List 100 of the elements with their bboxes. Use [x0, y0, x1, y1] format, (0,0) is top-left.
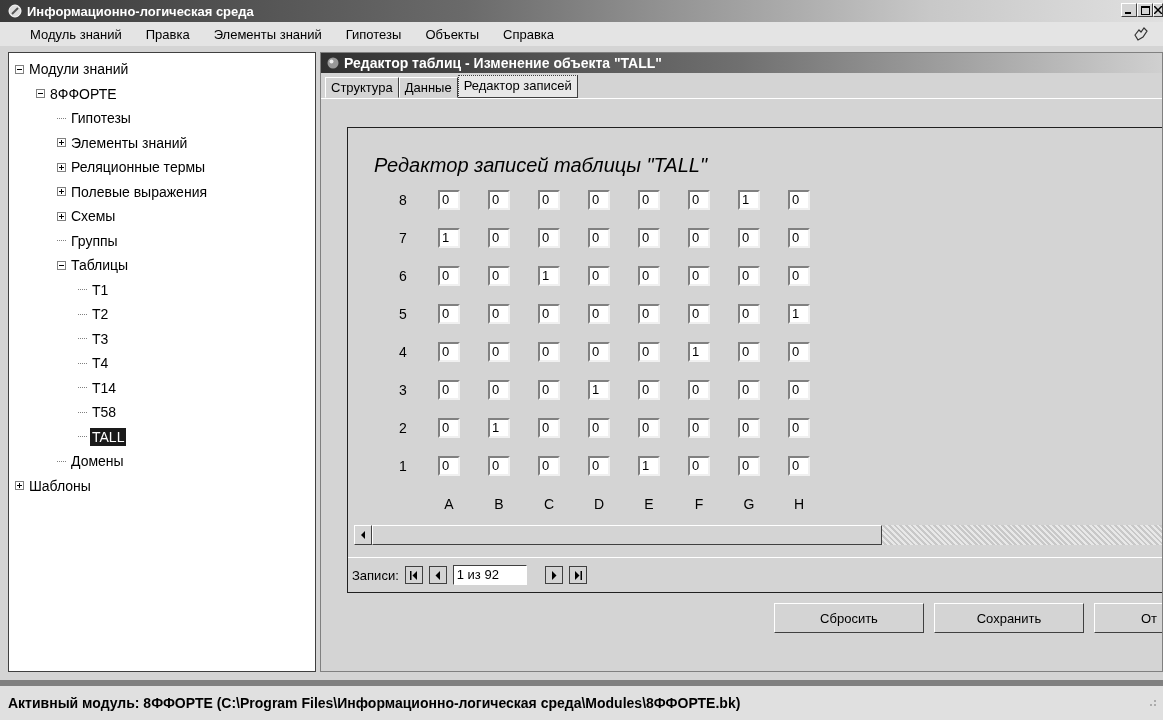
value-field[interactable]: 0 — [438, 456, 460, 476]
value-field[interactable]: 0 — [488, 228, 510, 248]
menu-item[interactable]: Элементы знаний — [201, 26, 334, 42]
value-field[interactable]: 0 — [788, 380, 810, 400]
record-position-field[interactable]: 1 из 92 — [452, 565, 527, 585]
tree-item[interactable]: Гипотезы — [69, 109, 133, 128]
value-field[interactable]: 0 — [438, 342, 460, 362]
value-field[interactable]: 0 — [688, 228, 710, 248]
expand-icon[interactable] — [15, 481, 24, 491]
resize-grip-icon[interactable] — [1149, 699, 1157, 707]
value-field[interactable]: 0 — [588, 304, 610, 324]
value-field[interactable]: 1 — [588, 380, 610, 400]
value-field[interactable]: 0 — [588, 228, 610, 248]
tree-item[interactable]: Домены — [69, 452, 126, 471]
tree-item[interactable]: T4 — [90, 354, 111, 373]
last-record-button[interactable] — [568, 566, 587, 584]
value-field[interactable]: 0 — [738, 304, 760, 324]
action-button[interactable]: От — [1094, 603, 1162, 633]
close-button[interactable] — [1153, 3, 1163, 17]
tree-item[interactable]: TALL — [90, 427, 127, 446]
value-field[interactable]: 0 — [488, 190, 510, 210]
value-field[interactable]: 0 — [488, 380, 510, 400]
maximize-button[interactable] — [1137, 3, 1153, 17]
value-field[interactable]: 0 — [538, 190, 560, 210]
value-field[interactable]: 0 — [638, 304, 660, 324]
value-field[interactable]: 0 — [738, 380, 760, 400]
menu-item[interactable]: Модуль знаний — [18, 26, 134, 42]
value-field[interactable]: 0 — [488, 456, 510, 476]
menu-item[interactable]: Правка — [133, 26, 202, 42]
value-field[interactable]: 0 — [588, 266, 610, 286]
value-field[interactable]: 0 — [638, 380, 660, 400]
collapse-icon[interactable] — [36, 89, 45, 99]
action-button[interactable]: Сбросить — [774, 603, 924, 633]
tree-item[interactable]: T58 — [90, 403, 119, 422]
value-field[interactable]: 0 — [538, 228, 560, 248]
menu-item[interactable]: Гипотезы — [333, 26, 414, 42]
expand-icon[interactable] — [57, 162, 66, 172]
value-field[interactable]: 0 — [738, 418, 760, 438]
scroll-left-button[interactable] — [354, 525, 372, 545]
tree-item[interactable]: 8ФФОРТЕ — [48, 84, 119, 103]
value-field[interactable]: 0 — [738, 456, 760, 476]
hand-icon[interactable] — [1133, 27, 1149, 41]
tree-item[interactable]: Группы — [69, 231, 120, 250]
tree-item[interactable]: Таблицы — [69, 256, 131, 275]
value-field[interactable]: 0 — [538, 342, 560, 362]
value-field[interactable]: 0 — [638, 228, 660, 248]
value-field[interactable]: 0 — [688, 380, 710, 400]
value-field[interactable]: 0 — [788, 228, 810, 248]
next-record-button[interactable] — [544, 566, 563, 584]
value-field[interactable]: 0 — [538, 456, 560, 476]
tree-item[interactable]: Полевые выражения — [69, 182, 210, 201]
scroll-thumb[interactable] — [372, 525, 882, 545]
value-field[interactable]: 0 — [788, 190, 810, 210]
tree-item[interactable]: Схемы — [69, 207, 118, 226]
value-field[interactable]: 0 — [438, 266, 460, 286]
action-button[interactable]: Сохранить — [934, 603, 1084, 633]
collapse-icon[interactable] — [57, 260, 66, 270]
value-field[interactable]: 0 — [788, 266, 810, 286]
value-field[interactable]: 0 — [638, 342, 660, 362]
value-field[interactable]: 1 — [638, 456, 660, 476]
menu-item[interactable]: Объекты — [413, 26, 491, 42]
menu-item[interactable]: Справка — [491, 26, 566, 42]
tab[interactable]: Данные — [398, 77, 458, 98]
value-field[interactable]: 0 — [738, 228, 760, 248]
value-field[interactable]: 1 — [788, 304, 810, 324]
tree-item[interactable]: T14 — [90, 378, 119, 397]
tab[interactable]: Редактор записей — [457, 75, 578, 98]
value-field[interactable]: 0 — [788, 342, 810, 362]
value-field[interactable]: 0 — [588, 418, 610, 438]
tree-item[interactable]: Элементы знаний — [69, 133, 190, 152]
value-field[interactable]: 0 — [488, 266, 510, 286]
tree-item[interactable]: T2 — [90, 305, 111, 324]
value-field[interactable]: 0 — [788, 418, 810, 438]
expand-icon[interactable] — [57, 138, 66, 148]
previous-record-button[interactable] — [428, 566, 447, 584]
value-field[interactable]: 0 — [538, 304, 560, 324]
tree-item[interactable]: Модули знаний — [27, 60, 131, 79]
value-field[interactable]: 0 — [788, 456, 810, 476]
value-field[interactable]: 0 — [588, 342, 610, 362]
value-field[interactable]: 0 — [688, 456, 710, 476]
value-field[interactable]: 0 — [438, 304, 460, 324]
value-field[interactable]: 0 — [688, 266, 710, 286]
value-field[interactable]: 0 — [488, 304, 510, 324]
value-field[interactable]: 0 — [688, 418, 710, 438]
value-field[interactable]: 0 — [438, 190, 460, 210]
value-field[interactable]: 1 — [538, 266, 560, 286]
value-field[interactable]: 0 — [538, 380, 560, 400]
tree-item[interactable]: T3 — [90, 329, 111, 348]
expand-icon[interactable] — [57, 187, 66, 197]
value-field[interactable]: 0 — [588, 456, 610, 476]
value-field[interactable]: 0 — [738, 266, 760, 286]
value-field[interactable]: 1 — [488, 418, 510, 438]
collapse-icon[interactable] — [15, 64, 24, 74]
value-field[interactable]: 1 — [438, 228, 460, 248]
first-record-button[interactable] — [404, 566, 423, 584]
tree-item[interactable]: T1 — [90, 280, 111, 299]
minimize-button[interactable] — [1121, 3, 1137, 17]
tree-item[interactable]: Реляционные термы — [69, 158, 208, 177]
value-field[interactable]: 0 — [588, 190, 610, 210]
value-field[interactable]: 0 — [438, 380, 460, 400]
